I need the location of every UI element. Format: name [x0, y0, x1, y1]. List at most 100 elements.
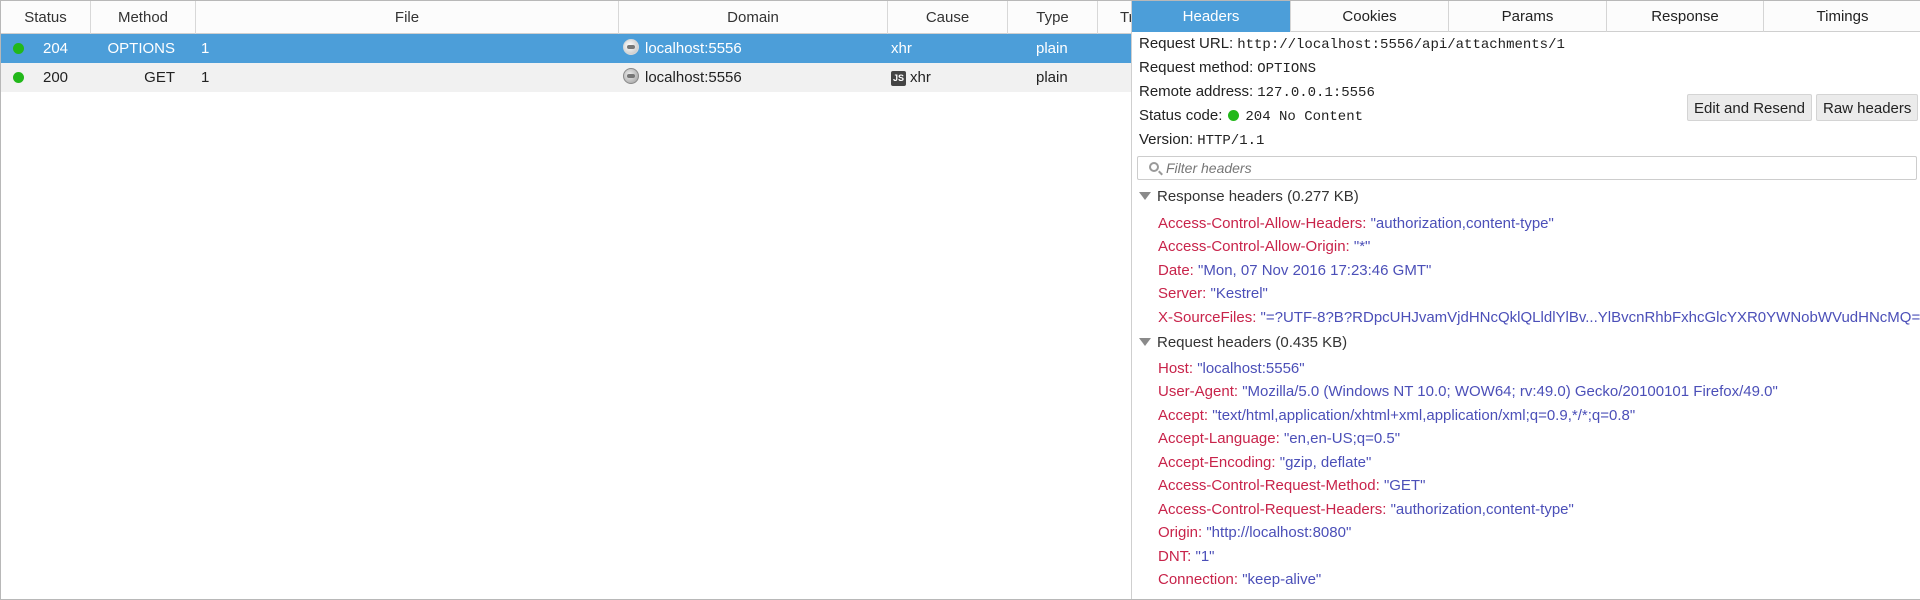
status-ok-icon [13, 43, 24, 54]
header-value: "en,en-US;q=0.5" [1283, 430, 1401, 447]
header-row[interactable]: DNT: "1" [1158, 546, 1215, 568]
request-list-header: Status Method File Domain Cause Type Tr [1, 1, 1131, 34]
header-row[interactable]: Accept-Encoding: "gzip, deflate" [1158, 452, 1371, 474]
header-name: Accept-Encoding: [1158, 454, 1276, 471]
request-method-value: OPTIONS [1257, 61, 1317, 77]
version-label: Version: [1139, 131, 1194, 148]
header-row[interactable]: Access-Control-Request-Method: "GET" [1158, 475, 1425, 497]
header-row[interactable]: Date: "Mon, 07 Nov 2016 17:23:46 GMT" [1158, 260, 1431, 282]
column-header-domain[interactable]: Domain [619, 1, 888, 34]
request-domain: localhost:5556 [623, 34, 883, 63]
header-value: "Mon, 07 Nov 2016 17:23:46 GMT" [1198, 262, 1432, 279]
response-headers-section[interactable]: Response headers (0.277 KB) [1139, 186, 1359, 208]
header-value: "authorization,content-type" [1390, 501, 1574, 518]
request-headers-section[interactable]: Request headers (0.435 KB) [1139, 332, 1347, 354]
header-name: Host: [1158, 360, 1194, 377]
status-ok-icon [13, 72, 24, 83]
request-domain: localhost:5556 [623, 63, 883, 92]
remote-address-value: 127.0.0.1:5556 [1257, 85, 1375, 101]
request-method: OPTIONS [107, 40, 175, 57]
request-row[interactable]: 200 GET 1 localhost:5556 JS xhr plain [1, 63, 1131, 92]
header-row[interactable]: Connection: "keep-alive" [1158, 569, 1321, 591]
header-name: Access-Control-Request-Headers: [1158, 501, 1387, 518]
header-row[interactable]: Accept: "text/html,application/xhtml+xml… [1158, 405, 1635, 427]
request-status: 200 [43, 69, 69, 86]
status-code-label: Status code: [1139, 107, 1223, 124]
request-file: 1 [201, 40, 210, 57]
header-name: X-SourceFiles: [1158, 309, 1257, 326]
header-value: "localhost:5556" [1197, 360, 1305, 377]
header-name: Accept: [1158, 407, 1209, 424]
response-headers-title: Response headers (0.277 KB) [1157, 188, 1359, 205]
header-value: "gzip, deflate" [1279, 454, 1372, 471]
globe-icon [623, 68, 639, 84]
header-name: Access-Control-Allow-Origin: [1158, 238, 1350, 255]
request-row[interactable]: 204 OPTIONS 1 localhost:5556 xhr plain [1, 34, 1131, 63]
header-name: Server: [1158, 285, 1207, 302]
request-file: 1 [201, 69, 210, 86]
header-row[interactable]: Origin: "http://localhost:8080" [1158, 522, 1351, 544]
request-url-value: http://localhost:5556/api/attachments/1 [1237, 37, 1565, 53]
tab-timings[interactable]: Timings [1764, 1, 1920, 32]
tab-response[interactable]: Response [1607, 1, 1764, 32]
details-tabs: Headers Cookies Params Response Timings [1132, 1, 1920, 32]
request-method-line: Request method: OPTIONS [1139, 57, 1316, 79]
column-header-status[interactable]: Status [1, 1, 91, 34]
column-header-transferred[interactable]: Tr [1098, 1, 1131, 34]
header-row[interactable]: Access-Control-Request-Headers: "authori… [1158, 499, 1574, 521]
header-name: Date: [1158, 262, 1194, 279]
tab-headers[interactable]: Headers [1132, 1, 1291, 32]
header-name: Origin: [1158, 524, 1203, 541]
request-list: Status Method File Domain Cause Type Tr … [1, 1, 1131, 599]
tab-params[interactable]: Params [1449, 1, 1607, 32]
header-value: "text/html,application/xhtml+xml,applica… [1212, 407, 1636, 424]
tab-cookies[interactable]: Cookies [1291, 1, 1449, 32]
status-ok-icon [1228, 110, 1240, 121]
header-row[interactable]: Server: "Kestrel" [1158, 283, 1268, 305]
header-value: "keep-alive" [1242, 571, 1322, 588]
request-type: plain [1036, 69, 1068, 86]
request-method-label: Request method: [1139, 59, 1254, 76]
request-type: plain [1036, 40, 1068, 57]
request-details-panel: Headers Cookies Params Response Timings … [1131, 1, 1920, 599]
filter-headers-input[interactable] [1166, 159, 1906, 177]
request-domain-text: localhost:5556 [645, 40, 742, 57]
status-code-line: Status code: 204 No Content [1139, 105, 1363, 127]
request-headers-title: Request headers (0.435 KB) [1157, 334, 1348, 351]
request-method: GET [144, 69, 175, 86]
header-row[interactable]: Host: "localhost:5556" [1158, 358, 1305, 380]
column-header-cause[interactable]: Cause [888, 1, 1008, 34]
header-value: "http://localhost:8080" [1206, 524, 1352, 541]
version-value: HTTP/1.1 [1197, 133, 1265, 149]
header-row[interactable]: X-SourceFiles: "=?UTF-8?B?RDpcUHJvamVjdH… [1158, 307, 1920, 329]
header-row[interactable]: User-Agent: "Mozilla/5.0 (Windows NT 10.… [1158, 381, 1778, 403]
request-url-label: Request URL: [1139, 35, 1234, 52]
column-header-file[interactable]: File [196, 1, 619, 34]
status-code-value: 204 No Content [1245, 109, 1364, 125]
request-cause: JS xhr [891, 63, 1001, 92]
globe-icon [623, 39, 639, 55]
request-url-line: Request URL: http://localhost:5556/api/at… [1139, 33, 1565, 55]
header-name: User-Agent: [1158, 383, 1239, 400]
header-row[interactable]: Access-Control-Allow-Headers: "authoriza… [1158, 213, 1554, 235]
header-value: "Mozilla/5.0 (Windows NT 10.0; WOW64; rv… [1242, 383, 1778, 400]
header-name: Accept-Language: [1158, 430, 1280, 447]
raw-headers-button[interactable]: Raw headers [1816, 94, 1919, 121]
header-row[interactable]: Accept-Language: "en,en-US;q=0.5" [1158, 428, 1400, 450]
filter-headers-field[interactable] [1137, 156, 1917, 180]
remote-address-label: Remote address: [1139, 83, 1254, 100]
header-row[interactable]: Access-Control-Allow-Origin: "*" [1158, 236, 1370, 258]
request-status: 204 [43, 40, 69, 57]
header-name: Access-Control-Request-Method: [1158, 477, 1380, 494]
header-value: "1" [1195, 548, 1215, 565]
header-name: DNT: [1158, 548, 1192, 565]
request-cause: xhr [891, 40, 912, 57]
remote-address-line: Remote address: 127.0.0.1:5556 [1139, 81, 1375, 103]
version-line: Version: HTTP/1.1 [1139, 129, 1264, 151]
header-name: Access-Control-Allow-Headers: [1158, 215, 1367, 232]
header-value: "=?UTF-8?B?RDpcUHJvamVjdHNcQklQLldlYlBv.… [1260, 309, 1920, 326]
column-header-type[interactable]: Type [1008, 1, 1098, 34]
column-header-method[interactable]: Method [91, 1, 196, 34]
edit-and-resend-button[interactable]: Edit and Resend [1687, 94, 1812, 121]
collapse-triangle-icon [1139, 338, 1151, 346]
